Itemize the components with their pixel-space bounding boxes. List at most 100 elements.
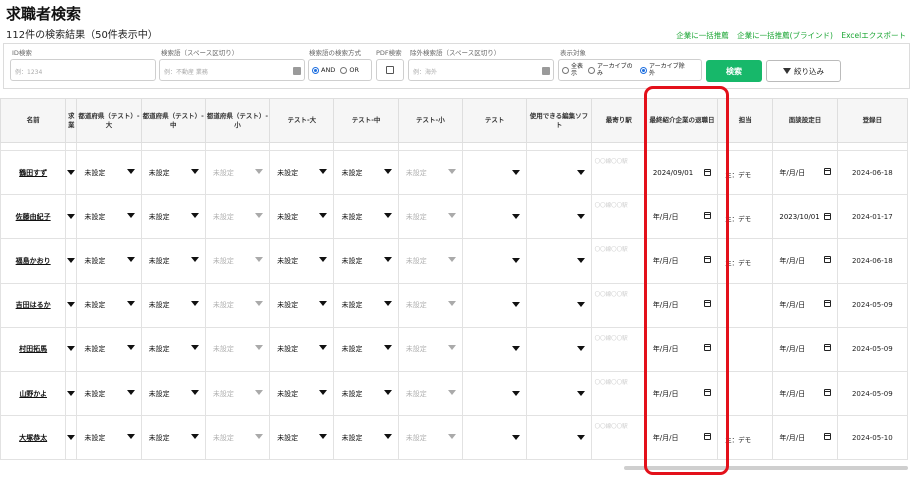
chevron-down-icon[interactable] [67, 302, 76, 308]
col-pref-small[interactable]: 都道府県（テスト）-小 [204, 98, 271, 143]
test-select[interactable] [464, 345, 526, 353]
pref-small-select[interactable]: 未設定 [206, 344, 268, 354]
pdf-search-checkbox[interactable] [376, 59, 404, 81]
test-mid-select[interactable]: 未設定 [335, 212, 397, 222]
chevron-down-icon[interactable] [67, 346, 76, 352]
calendar-icon[interactable] [704, 255, 712, 263]
software-select[interactable] [528, 213, 590, 221]
interview-date-input[interactable]: 年/月/日 [774, 388, 836, 399]
col-tanto[interactable]: 担当 [717, 98, 774, 143]
calendar-icon[interactable] [704, 432, 712, 440]
calendar-icon[interactable] [704, 344, 712, 352]
candidate-name-link[interactable]: 佐藤由紀子 [16, 213, 51, 221]
pref-small-select[interactable]: 未設定 [206, 433, 268, 443]
pref-mid-select[interactable]: 未設定 [142, 300, 204, 310]
test-mid-select[interactable]: 未設定 [335, 300, 397, 310]
archive-exclude-radio[interactable] [640, 66, 647, 74]
last-intro-date-input[interactable]: 2024/09/01 [647, 168, 716, 177]
horizontal-scrollbar[interactable] [624, 466, 908, 470]
col-last-intro[interactable]: 最終紹介企業の退職日 [645, 98, 719, 143]
interview-date-input[interactable]: 年/月/日 [774, 300, 836, 310]
candidate-name-link[interactable]: 吉田はるか [16, 301, 51, 309]
test-select[interactable] [464, 390, 526, 398]
software-select[interactable] [528, 434, 590, 442]
test-select[interactable] [464, 213, 526, 221]
interview-date-input[interactable]: 年/月/日 [774, 432, 836, 443]
pref-large-select[interactable]: 未設定 [78, 168, 140, 178]
interview-date-input[interactable]: 年/月/日 [774, 167, 836, 178]
chevron-down-icon[interactable] [67, 390, 76, 396]
col-name[interactable]: 名前 [0, 98, 67, 143]
exclude-input[interactable]: 例：海外 [408, 59, 554, 81]
test-small-select[interactable]: 未設定 [399, 212, 461, 222]
pref-mid-select[interactable]: 未設定 [142, 212, 204, 222]
test-small-select[interactable]: 未設定 [399, 389, 461, 399]
software-select[interactable] [528, 345, 590, 353]
test-mid-select[interactable]: 未設定 [335, 389, 397, 399]
calendar-icon[interactable] [823, 300, 831, 308]
software-select[interactable] [528, 169, 590, 177]
calendar-icon[interactable] [823, 388, 831, 396]
filter-button[interactable]: 絞り込み [766, 60, 841, 82]
and-radio[interactable] [312, 66, 319, 74]
candidate-name-link[interactable]: 山野かよ [19, 390, 47, 398]
software-select[interactable] [528, 301, 590, 309]
last-intro-date-input[interactable]: 年/月/日 [647, 255, 716, 266]
chevron-down-icon[interactable] [67, 169, 76, 175]
candidate-name-link[interactable]: 大塚恭太 [19, 434, 47, 442]
search-button[interactable]: 検索 [706, 60, 762, 82]
candidate-name-link[interactable]: 福島かおり [16, 257, 51, 265]
paste-icon[interactable] [542, 67, 550, 75]
software-select[interactable] [528, 257, 590, 265]
pref-large-select[interactable]: 未設定 [78, 212, 140, 222]
station-cell[interactable]: 〇〇線〇〇駅 [590, 370, 647, 417]
calendar-icon[interactable] [823, 255, 831, 263]
pref-large-select[interactable]: 未設定 [78, 300, 140, 310]
test-mid-select[interactable]: 未設定 [335, 256, 397, 266]
test-small-select[interactable]: 未設定 [399, 256, 461, 266]
last-intro-date-input[interactable]: 年/月/日 [647, 300, 716, 310]
pref-mid-select[interactable]: 未設定 [142, 344, 204, 354]
test-select[interactable] [464, 169, 526, 177]
interview-date-input[interactable]: 2023/10/01 [774, 212, 836, 221]
bulk-recommend-blind-link[interactable]: 企業に一括推薦(ブラインド) [737, 31, 833, 40]
pref-mid-select[interactable]: 未設定 [142, 168, 204, 178]
calendar-icon[interactable] [823, 432, 831, 440]
test-small-select[interactable]: 未設定 [399, 168, 461, 178]
test-large-select[interactable]: 未設定 [271, 344, 333, 354]
pref-large-select[interactable]: 未設定 [78, 344, 140, 354]
calendar-icon[interactable] [823, 344, 831, 352]
keyword-input[interactable]: 例：不動産 業務 [159, 59, 305, 81]
test-small-select[interactable]: 未設定 [399, 344, 461, 354]
col-test[interactable]: テスト [462, 98, 528, 143]
test-small-select[interactable]: 未設定 [399, 300, 461, 310]
col-short[interactable]: 求 業 [65, 98, 78, 143]
station-cell[interactable]: 〇〇線〇〇駅 [590, 415, 647, 461]
last-intro-date-input[interactable]: 年/月/日 [647, 211, 716, 222]
pref-mid-select[interactable]: 未設定 [142, 389, 204, 399]
last-intro-date-input[interactable]: 年/月/日 [647, 432, 716, 443]
test-large-select[interactable]: 未設定 [271, 300, 333, 310]
test-large-select[interactable]: 未設定 [271, 389, 333, 399]
pref-small-select[interactable]: 未設定 [206, 168, 268, 178]
col-test-small[interactable]: テスト-小 [397, 98, 464, 143]
pref-small-select[interactable]: 未設定 [206, 256, 268, 266]
calendar-icon[interactable] [704, 211, 712, 219]
interview-date-input[interactable]: 年/月/日 [774, 344, 836, 354]
pref-large-select[interactable]: 未設定 [78, 433, 140, 443]
calendar-icon[interactable] [704, 300, 712, 308]
paste-icon[interactable] [293, 67, 301, 75]
test-large-select[interactable]: 未設定 [271, 256, 333, 266]
station-cell[interactable]: 〇〇線〇〇駅 [590, 238, 647, 284]
bulk-recommend-link[interactable]: 企業に一括推薦 [676, 31, 729, 40]
pref-large-select[interactable]: 未設定 [78, 389, 140, 399]
station-cell[interactable]: 〇〇線〇〇駅 [590, 194, 647, 240]
test-mid-select[interactable]: 未設定 [335, 168, 397, 178]
last-intro-date-input[interactable]: 年/月/日 [647, 388, 716, 399]
calendar-icon[interactable] [704, 388, 712, 396]
col-station[interactable]: 最寄り駅 [590, 98, 647, 143]
col-pref-large[interactable]: 都道府県（テスト）-大 [76, 98, 142, 143]
pref-mid-select[interactable]: 未設定 [142, 256, 204, 266]
last-intro-date-input[interactable]: 年/月/日 [647, 344, 716, 354]
test-large-select[interactable]: 未設定 [271, 168, 333, 178]
